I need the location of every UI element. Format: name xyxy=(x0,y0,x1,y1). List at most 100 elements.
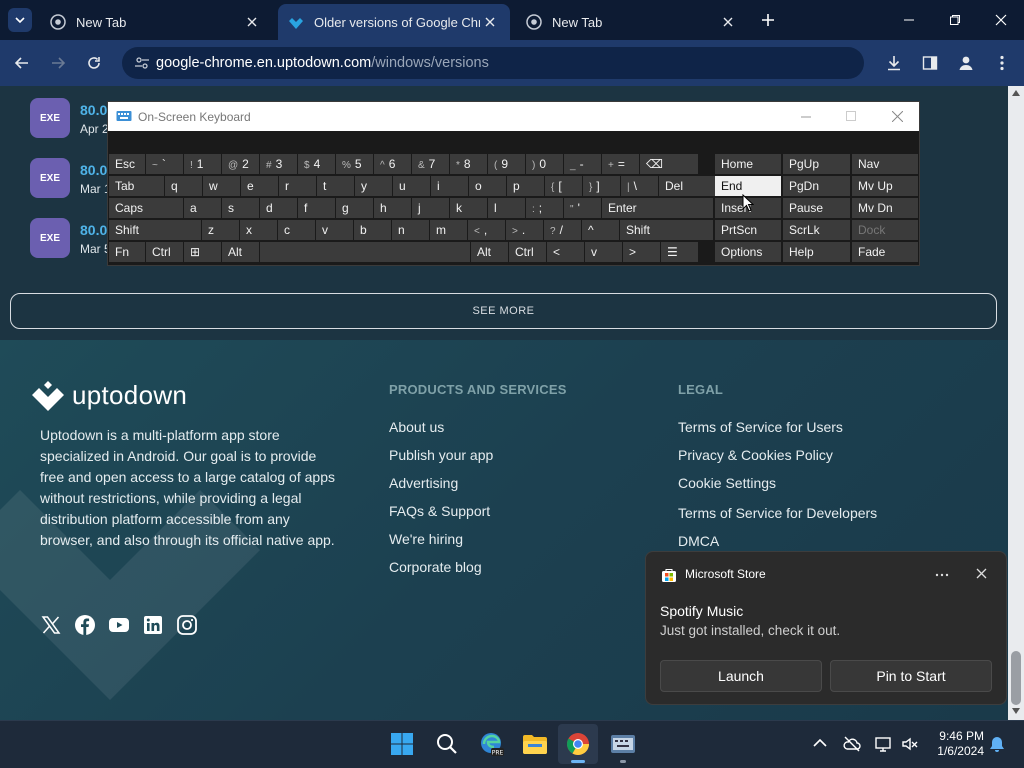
osk-key[interactable]: < xyxy=(547,242,584,262)
instagram-icon[interactable] xyxy=(176,614,198,636)
osk-key[interactable]: Fn xyxy=(109,242,145,262)
osk-key[interactable]: b xyxy=(354,220,391,240)
osk-key[interactable]: _ - xyxy=(564,154,601,174)
osk-key[interactable]: v xyxy=(316,220,353,240)
close-tab-icon[interactable] xyxy=(242,12,262,32)
osk-key[interactable]: d xyxy=(260,198,297,218)
search-button[interactable] xyxy=(427,724,467,764)
osk-key[interactable]: t xyxy=(317,176,354,196)
osk-nav-key[interactable]: PgDn xyxy=(783,176,850,196)
tab-search-button[interactable] xyxy=(8,8,32,32)
footer-link-publish[interactable]: Publish your app xyxy=(389,447,493,463)
osk-key[interactable]: y xyxy=(355,176,392,196)
side-panel-button[interactable] xyxy=(914,47,946,79)
footer-link-about-us[interactable]: About us xyxy=(389,419,444,435)
osk-nav-key[interactable]: Mv Up xyxy=(852,176,918,196)
osk-key[interactable] xyxy=(260,242,470,262)
osk-nav-key[interactable]: Home xyxy=(715,154,781,174)
osk-key[interactable]: @2 xyxy=(222,154,259,174)
pin-to-start-button[interactable]: Pin to Start xyxy=(830,660,992,692)
osk-nav-key[interactable]: PgUp xyxy=(783,154,850,174)
osk-nav-key[interactable]: Options xyxy=(715,242,781,262)
osk-key[interactable]: l xyxy=(488,198,525,218)
forward-button[interactable] xyxy=(42,47,74,79)
onedrive-offline-icon[interactable] xyxy=(843,735,861,753)
osk-key[interactable]: v xyxy=(585,242,622,262)
osk-key[interactable]: Alt xyxy=(471,242,508,262)
osk-key[interactable]: Caps xyxy=(109,198,183,218)
see-more-button[interactable]: SEE MORE xyxy=(10,293,997,329)
osk-nav-key[interactable]: Mv Dn xyxy=(852,198,918,218)
osk-nav-key[interactable]: Dock xyxy=(852,220,918,240)
minimize-button[interactable] xyxy=(886,0,932,40)
more-options-icon[interactable] xyxy=(935,573,949,577)
osk-nav-key[interactable]: Pause xyxy=(783,198,850,218)
osk-key[interactable]: Ctrl xyxy=(509,242,546,262)
chevron-up-icon[interactable] xyxy=(813,738,827,748)
osk-nav-key[interactable]: PrtScn xyxy=(715,220,781,240)
site-info-icon[interactable] xyxy=(134,55,150,71)
osk-key[interactable]: f xyxy=(298,198,335,218)
tab-uptodown[interactable]: Older versions of Google Chrom xyxy=(278,4,510,40)
uptodown-logo[interactable]: uptodown xyxy=(32,380,187,411)
osk-key[interactable]: ⊞ xyxy=(184,242,221,262)
close-window-button[interactable] xyxy=(978,0,1024,40)
osk-key[interactable]: {[ xyxy=(545,176,582,196)
osk-key[interactable]: w xyxy=(203,176,240,196)
osk-key[interactable]: s xyxy=(222,198,259,218)
osk-key[interactable]: c xyxy=(278,220,315,240)
osk-key[interactable]: x xyxy=(240,220,277,240)
osk-key[interactable]: Ctrl xyxy=(146,242,183,262)
osk-key[interactable]: + = xyxy=(602,154,639,174)
footer-link-blog[interactable]: Corporate blog xyxy=(389,559,482,575)
osk-key[interactable]: k xyxy=(450,198,487,218)
osk-key[interactable]: ^ 6 xyxy=(374,154,411,174)
clock[interactable]: 9:46 PM 1/6/2024 xyxy=(926,729,984,759)
launch-button[interactable]: Launch xyxy=(660,660,822,692)
osk-key[interactable]: g xyxy=(336,198,373,218)
footer-link-hiring[interactable]: We're hiring xyxy=(389,531,463,547)
network-icon[interactable] xyxy=(874,735,892,753)
linkedin-icon[interactable] xyxy=(142,614,164,636)
osk-key[interactable]: % 5 xyxy=(336,154,373,174)
osk-nav-key[interactable]: Nav xyxy=(852,154,918,174)
version-number[interactable]: 80.0 xyxy=(80,102,107,118)
osk-key[interactable]: Alt xyxy=(222,242,259,262)
osk-key[interactable]: i xyxy=(431,176,468,196)
osk-key[interactable]: Enter xyxy=(602,198,713,218)
facebook-icon[interactable] xyxy=(74,614,96,636)
edge-pre-button[interactable]: PRE xyxy=(472,724,512,764)
footer-link-tos-users[interactable]: Terms of Service for Users xyxy=(678,419,843,435)
scrollbar-thumb[interactable] xyxy=(1011,651,1021,705)
menu-button[interactable] xyxy=(986,47,1018,79)
osk-key[interactable]: n xyxy=(392,220,429,240)
osk-key[interactable]: r xyxy=(279,176,316,196)
osk-key[interactable]: $4 xyxy=(298,154,335,174)
scroll-up-icon[interactable] xyxy=(1012,90,1020,96)
start-button[interactable] xyxy=(382,724,422,764)
footer-link-faqs[interactable]: FAQs & Support xyxy=(389,503,490,519)
footer-link-advertising[interactable]: Advertising xyxy=(389,475,458,491)
footer-link-tos-developers[interactable]: Terms of Service for Developers xyxy=(678,505,877,521)
footer-link-privacy[interactable]: Privacy & Cookies Policy xyxy=(678,447,833,463)
back-button[interactable] xyxy=(6,47,38,79)
volume-muted-icon[interactable] xyxy=(901,735,919,753)
osk-key[interactable]: j xyxy=(412,198,449,218)
osk-key[interactable]: a xyxy=(184,198,221,218)
youtube-icon[interactable] xyxy=(108,614,130,636)
address-bar[interactable]: google-chrome.en.uptodown.com/windows/ve… xyxy=(122,47,864,79)
version-number[interactable]: 80.0 xyxy=(80,162,107,178)
osk-key[interactable]: Del xyxy=(659,176,717,196)
osk-key[interactable]: ⌫ xyxy=(640,154,698,174)
osk-nav-key[interactable]: Help xyxy=(783,242,850,262)
osk-key[interactable]: Esc xyxy=(109,154,145,174)
osk-nav-key[interactable]: Fade xyxy=(852,242,918,262)
x-icon[interactable] xyxy=(40,614,62,636)
close-tab-icon[interactable] xyxy=(718,12,738,32)
reload-button[interactable] xyxy=(78,47,110,79)
footer-link-dmca[interactable]: DMCA xyxy=(678,533,719,549)
osk-key[interactable]: u xyxy=(393,176,430,196)
osk-key[interactable]: > xyxy=(623,242,660,262)
osk-key[interactable]: ) 0 xyxy=(526,154,563,174)
osk-key[interactable]: Tab xyxy=(109,176,164,196)
